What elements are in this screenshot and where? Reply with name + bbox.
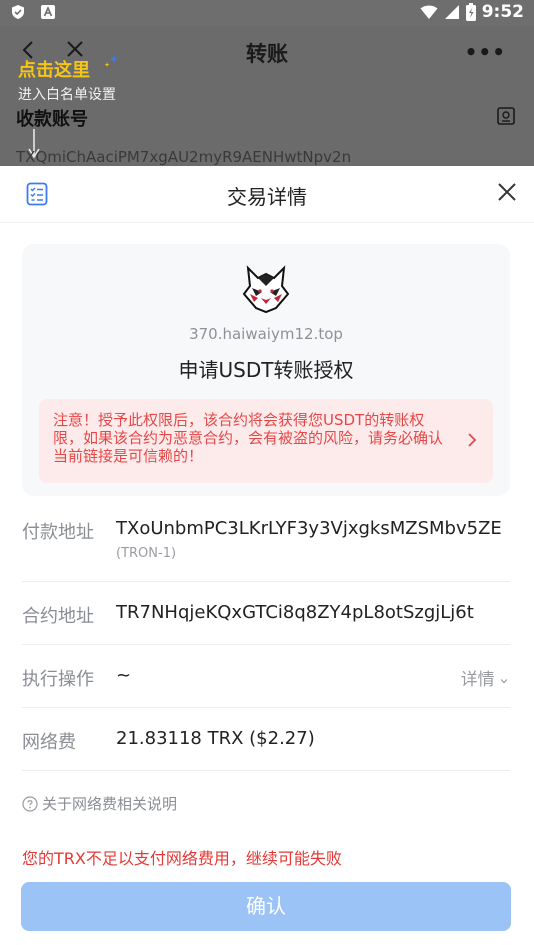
action-detail-link[interactable]: 详情 [461,665,508,690]
app-notification-icon [41,5,55,19]
whitelist-hint[interactable]: 点击这里 [18,56,90,82]
risk-warning-text: 注意！授予此权限后，该合约将会获得您USDT的转账权限，如果该合约为恶意合约，会… [53,411,444,465]
network-fee-info-text: 关于网络费相关说明 [42,795,178,813]
network-fee-value: 21.83118 TRX ($2.27) [116,728,315,749]
dapp-domain: 370.haiwaiym12.top [189,325,343,343]
receive-address: TXQmiChAaciPM7xgAU2myR9AENHwtNpv2n [16,148,352,166]
whitelist-subhint: 进入白名单设置 [18,87,116,103]
wolf-logo-icon [242,265,290,314]
status-time: 9:52 [481,2,524,22]
payer-network: (TRON-1) [116,546,177,561]
chevron-down-icon [500,679,508,684]
transaction-detail-sheet: 交易详情 370.haiwaiym12.top 申请USDT转账授权 注意！授予… [0,166,534,945]
close-icon[interactable] [496,181,518,203]
confirm-button[interactable]: 确认 [21,882,511,931]
action-detail-label: 详情 [460,670,495,690]
payer-address-row: 付款地址 TXoUnbmPC3LKrLYF3y3VjxgksMZSMbv5ZE … [22,496,510,582]
network-fee-label: 网络费 [22,732,76,753]
contract-address-row: 合约地址 TR7NHqjeKQxGTCi8q8ZY4pL8otSzgjLj6t [22,582,510,645]
authorization-request-title: 申请USDT转账授权 [178,358,354,382]
wifi-icon [420,5,438,19]
sheet-header: 交易详情 [0,166,534,223]
sparkle-icon [104,54,118,67]
address-book-icon[interactable] [496,106,516,126]
battery-icon [465,3,476,21]
action-row: 执行操作 ~ 详情 [22,645,510,708]
insufficient-trx-error: 您的TRX不足以支付网络费用，继续可能失败 [22,849,342,868]
risk-warning[interactable]: 注意！授予此权限后，该合约将会获得您USDT的转账权限，如果该合约为恶意合约，会… [39,399,493,483]
help-circle-icon [22,795,38,812]
background-transfer-page: 转账 ••• 点击这里 进入白名单设置 收款账号 TXQmiChAaciPM7x… [0,26,534,166]
sheet-title: 交易详情 [227,185,307,209]
network-fee-info-link[interactable]: 关于网络费相关说明 [22,793,177,814]
contract-address-label: 合约地址 [22,606,94,627]
more-icon[interactable]: ••• [465,40,506,64]
network-fee-row: 网络费 21.83118 TRX ($2.27) [22,708,510,771]
receive-account-label: 收款账号 [16,109,88,130]
action-label: 执行操作 [22,669,94,690]
payer-address-value: TXoUnbmPC3LKrLYF3y3VjxgksMZSMbv5ZE [116,518,502,539]
chevron-right-icon [468,433,477,447]
shield-icon [12,5,24,19]
signal-icon [444,5,459,19]
contract-address-value: TR7NHqjeKQxGTCi8q8ZY4pL8otSzgjLj6t [116,602,474,623]
action-value: ~ [116,665,132,686]
status-bar: 9:52 [0,0,534,26]
dapp-request-card: 370.haiwaiym12.top 申请USDT转账授权 注意！授予此权限后，… [22,244,510,496]
payer-address-label: 付款地址 [22,522,94,543]
